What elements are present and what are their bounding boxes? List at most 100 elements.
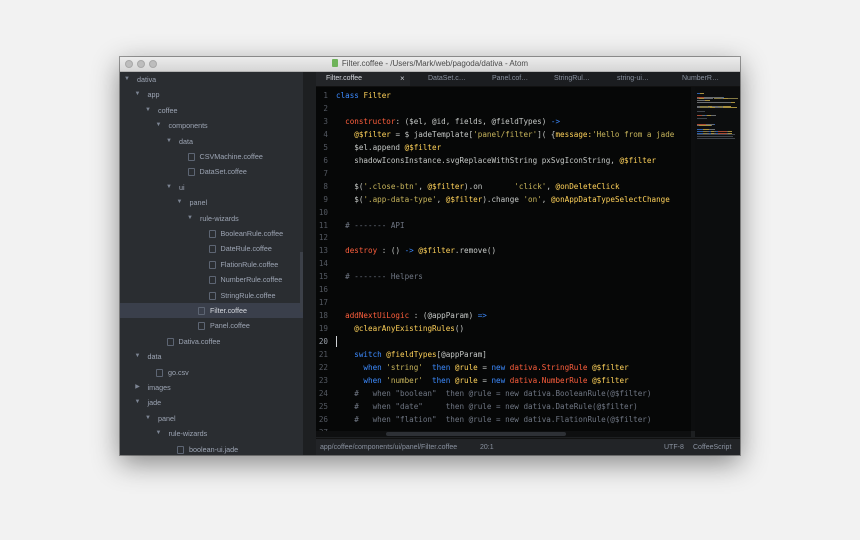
tree-folder[interactable]: ▼ data bbox=[120, 134, 303, 149]
code-line[interactable]: $('.app-data-type', @$filter).change 'on… bbox=[336, 193, 670, 206]
line-number: 20 bbox=[318, 337, 328, 347]
file-icon bbox=[198, 307, 205, 315]
atom-window: Filter.coffee - /Users/Mark/web/pagoda/d… bbox=[120, 57, 740, 455]
tree-file[interactable]: go.csv bbox=[120, 365, 303, 380]
tree-folder[interactable]: ▼ jade bbox=[120, 395, 303, 410]
code-token: then bbox=[432, 362, 455, 372]
code-line[interactable]: # when "boolean" then @rule = new dativa… bbox=[336, 387, 651, 400]
tree-file[interactable]: DataSet.coffee bbox=[120, 164, 303, 179]
code-line[interactable]: when 'number' then @rule = new dativa.Nu… bbox=[336, 374, 628, 387]
tab-label: StringRul… bbox=[554, 75, 590, 82]
chevron-down-icon[interactable]: ▼ bbox=[166, 134, 172, 149]
tab[interactable]: string-ui… bbox=[601, 72, 664, 86]
code-token: : () bbox=[377, 246, 405, 256]
code-line[interactable]: @clearAnyExistingRules() bbox=[336, 322, 464, 335]
code-token: # when "boolean" then @rule = new dativa… bbox=[336, 388, 652, 398]
chevron-down-icon[interactable]: ▼ bbox=[156, 118, 162, 133]
chevron-down-icon[interactable]: ▼ bbox=[187, 211, 193, 226]
code-token: 'number' bbox=[386, 375, 423, 385]
tree-file[interactable]: StringRule.coffee bbox=[120, 288, 303, 303]
tree-file[interactable]: BooleanRule.coffee bbox=[120, 226, 303, 241]
tree-item-label: DataSet.coffee bbox=[199, 167, 247, 177]
tree-file[interactable]: FlationRule.coffee bbox=[120, 257, 303, 272]
code-line[interactable]: class Filter bbox=[336, 89, 391, 102]
tab-label: DataSet.c… bbox=[428, 75, 466, 82]
line-number: 12 bbox=[318, 233, 328, 243]
minimap-mark bbox=[697, 111, 706, 112]
tree-item-label: Panel.coffee bbox=[210, 321, 250, 331]
code-editor[interactable]: 1 2 3 4 5 6 7 8 9 10 11 12 13 14 15 16 17 18 19 20 21 22 23 24 2… bbox=[316, 87, 691, 431]
tree-item-label: Dativa.coffee bbox=[178, 336, 221, 346]
status-encoding[interactable]: UTF-8 bbox=[664, 439, 684, 455]
tree-folder[interactable]: ▼ components bbox=[120, 118, 303, 133]
tab[interactable]: Filter.coffee × bbox=[316, 72, 410, 86]
status-grammar[interactable]: CoffeeScript bbox=[693, 439, 731, 455]
line-number: 17 bbox=[318, 298, 328, 308]
tree-file[interactable]: boolean-ui.jade bbox=[120, 442, 303, 455]
code-line[interactable]: # when "date" then @rule = new dativa.Da… bbox=[336, 400, 637, 413]
horizontal-scroll-thumb[interactable] bbox=[386, 432, 566, 436]
chevron-down-icon[interactable]: ▼ bbox=[145, 411, 151, 426]
tree-view[interactable]: boolean-ui.jade ▼ rule-wizards ▼ panel ▼ jade ▶… bbox=[120, 72, 303, 455]
tree-folder[interactable]: ▼ dativa bbox=[120, 72, 303, 87]
chevron-right-icon[interactable]: ▶ bbox=[135, 380, 141, 395]
tree-folder[interactable]: ▼ rule-wizards bbox=[120, 211, 303, 226]
code-line[interactable]: $el.append @$filter bbox=[336, 141, 441, 154]
tree-folder[interactable]: ▼ coffee bbox=[120, 103, 303, 118]
chevron-down-icon[interactable]: ▼ bbox=[135, 87, 141, 102]
tree-item-label: go.csv bbox=[168, 367, 189, 377]
tree-folder[interactable]: ▼ ui bbox=[120, 180, 303, 195]
tree-scrollbar[interactable] bbox=[300, 252, 303, 312]
close-tab-icon[interactable]: × bbox=[400, 72, 405, 86]
minimap-mark bbox=[714, 123, 716, 125]
chevron-down-icon[interactable]: ▼ bbox=[135, 349, 141, 364]
tree-folder[interactable]: ▶ images bbox=[120, 380, 303, 395]
tree-folder[interactable]: ▼ app bbox=[120, 87, 303, 102]
chevron-down-icon[interactable]: ▼ bbox=[124, 72, 130, 87]
chevron-down-icon[interactable]: ▼ bbox=[166, 180, 172, 195]
tree-folder[interactable]: ▼ data bbox=[120, 349, 303, 364]
tab[interactable]: Panel.cof… bbox=[476, 72, 536, 86]
code-token: constructor bbox=[336, 116, 396, 126]
tab[interactable]: DataSet.c… bbox=[412, 72, 474, 86]
code-token: -> bbox=[404, 246, 414, 256]
code-token: @$filter bbox=[592, 362, 629, 372]
chevron-down-icon[interactable]: ▼ bbox=[156, 426, 162, 441]
minimap[interactable] bbox=[695, 87, 740, 437]
code-line[interactable]: constructor: ($el, @id, fields, @fieldTy… bbox=[336, 115, 560, 128]
chevron-down-icon[interactable]: ▼ bbox=[177, 195, 183, 210]
code-line[interactable]: destroy : () -> @$filter.remove() bbox=[336, 244, 496, 257]
code-line[interactable]: # ------- Helpers bbox=[336, 270, 423, 283]
chevron-down-icon[interactable]: ▼ bbox=[135, 395, 141, 410]
tree-file[interactable]: Filter.coffee bbox=[120, 303, 303, 318]
tab[interactable]: StringRul… bbox=[538, 72, 599, 86]
chevron-down-icon[interactable]: ▼ bbox=[145, 103, 151, 118]
tab[interactable]: NumberR… bbox=[666, 72, 726, 86]
code-line[interactable]: @$filter = $ jadeTemplate['panel/filter'… bbox=[336, 128, 674, 141]
tree-file[interactable]: DateRule.coffee bbox=[120, 241, 303, 256]
tree-folder[interactable]: ▼ rule-wizards bbox=[120, 426, 303, 441]
line-number: 11 bbox=[318, 220, 328, 230]
tree-folder[interactable]: ▼ panel bbox=[120, 195, 303, 210]
tree-folder[interactable]: ▼ panel bbox=[120, 411, 303, 426]
status-file-path[interactable]: app/coffee/components/ui/panel/Filter.co… bbox=[320, 439, 457, 455]
status-cursor-position[interactable]: 20:1 bbox=[480, 439, 494, 455]
editor-horizontal-scrollbar[interactable] bbox=[316, 431, 691, 437]
tree-file[interactable]: NumberRule.coffee bbox=[120, 272, 303, 287]
code-line[interactable]: switch @fieldTypes[@appParam] bbox=[336, 348, 487, 361]
code-line[interactable]: $('.close-btn', @$filter).on 'click', @o… bbox=[336, 180, 619, 193]
code-line[interactable]: shadowIconsInstance.svgReplaceWithString… bbox=[336, 154, 656, 167]
code-line[interactable]: # when "flation" then @rule = new dativa… bbox=[336, 413, 651, 426]
code-token: ]( { bbox=[537, 129, 556, 139]
tree-item-label: data bbox=[147, 352, 162, 362]
tree-file[interactable]: CSVMachine.coffee bbox=[120, 149, 303, 164]
tree-file[interactable]: Dativa.coffee bbox=[120, 334, 303, 349]
line-number: 16 bbox=[318, 285, 328, 295]
tree-file[interactable]: Panel.coffee bbox=[120, 318, 303, 333]
code-line[interactable]: # ------- API bbox=[336, 219, 404, 232]
code-line[interactable]: when 'string' then @rule = new dativa.St… bbox=[336, 361, 629, 374]
code-line[interactable]: addNextUiLogic : (@appParam) => bbox=[336, 309, 487, 322]
code-token: $( bbox=[336, 181, 364, 191]
